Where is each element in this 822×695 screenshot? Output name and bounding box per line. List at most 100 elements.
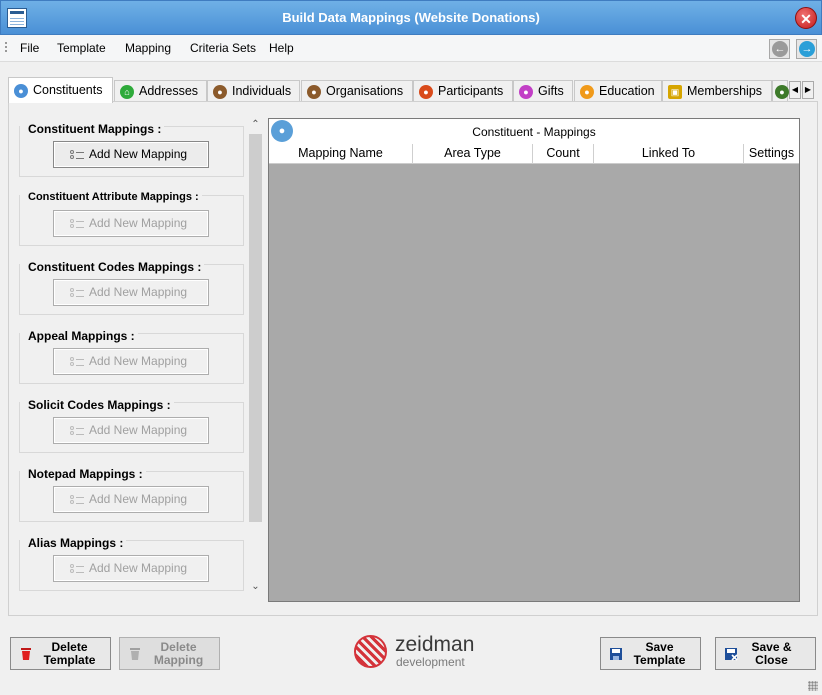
gift-icon: ●	[519, 85, 533, 99]
mapping-list-icon	[70, 495, 84, 505]
trash-icon	[130, 648, 140, 660]
partial-tab-icon: ●	[775, 85, 789, 99]
group-label: Constituent Attribute Mappings :	[20, 191, 202, 203]
back-button[interactable]: ←	[769, 39, 790, 59]
add-new-mapping-button[interactable]: Add New Mapping	[53, 348, 209, 375]
zeidman-logo: zeidman development	[354, 633, 484, 670]
delete-mapping-button[interactable]: Delete Mapping	[119, 637, 220, 670]
scroll-up-icon[interactable]: ⌃	[247, 118, 264, 132]
grid-columns: Mapping Name Area Type Count Linked To S…	[269, 144, 799, 164]
save-close-icon	[725, 648, 738, 661]
column-count[interactable]: Count	[532, 144, 593, 164]
house-icon: ⌂	[120, 85, 134, 99]
tab-individuals[interactable]: ● Individuals	[207, 80, 300, 102]
mapping-list-icon	[70, 288, 84, 298]
grid-header: ● Constituent - Mappings	[269, 119, 799, 144]
organisation-icon: ●	[307, 85, 321, 99]
tab-label: Memberships	[687, 84, 763, 98]
menu-template[interactable]: Template	[57, 41, 106, 55]
groups-scrollbar[interactable]: ⌃ ⌄	[247, 118, 264, 596]
forward-arrow-icon: →	[799, 41, 815, 57]
tab-organisations[interactable]: ● Organisations	[301, 80, 413, 102]
mappings-grid: ● Constituent - Mappings Mapping Name Ar…	[268, 118, 800, 602]
logo-subtitle: development	[396, 655, 465, 669]
group-label: Constituent Mappings :	[20, 122, 165, 136]
tab-addresses[interactable]: ⌂ Addresses	[114, 80, 207, 102]
group-constituent-attribute-mappings: Constituent Attribute Mappings : Add New…	[19, 191, 244, 246]
education-icon: ●	[580, 85, 594, 99]
group-alias-mappings: Alias Mappings : Add New Mapping	[19, 536, 244, 591]
group-appeal-mappings: Appeal Mappings : Add New Mapping	[19, 329, 244, 384]
button-label: Add New Mapping	[89, 423, 188, 437]
close-icon[interactable]: ✕	[795, 7, 817, 29]
add-new-mapping-button[interactable]: Add New Mapping	[53, 279, 209, 306]
column-linked-to[interactable]: Linked To	[593, 144, 743, 164]
group-constituent-codes-mappings: Constituent Codes Mappings : Add New Map…	[19, 260, 244, 315]
group-label: Constituent Codes Mappings :	[20, 260, 205, 274]
trash-icon	[21, 648, 31, 660]
menu-bar: File Template Mapping Criteria Sets Help…	[0, 35, 822, 62]
button-label: Add New Mapping	[89, 561, 188, 575]
resize-grip-icon[interactable]	[808, 681, 818, 691]
tab-label: Education	[599, 84, 655, 98]
column-mapping-name[interactable]: Mapping Name	[269, 144, 412, 164]
mapping-list-icon	[70, 564, 84, 574]
padlock-icon: ▣	[668, 85, 682, 99]
tab-gifts[interactable]: ● Gifts	[513, 80, 573, 102]
tab-label: Addresses	[139, 84, 199, 98]
title-bar: Build Data Mappings (Website Donations) …	[0, 0, 822, 35]
group-solicit-codes-mappings: Solicit Codes Mappings : Add New Mapping	[19, 398, 244, 453]
logo-mark-icon	[354, 635, 387, 668]
column-area-type[interactable]: Area Type	[412, 144, 532, 164]
window-title: Build Data Mappings (Website Donations)	[282, 10, 540, 25]
button-label: Add New Mapping	[89, 492, 188, 506]
delete-template-button[interactable]: Delete Template	[10, 637, 111, 670]
save-template-button[interactable]: Save Template	[600, 637, 701, 670]
menu-file[interactable]: File	[20, 41, 39, 55]
menu-criteria-sets[interactable]: Criteria Sets	[190, 41, 256, 55]
tab-label: Gifts	[538, 84, 564, 98]
button-label: Add New Mapping	[89, 285, 188, 299]
menu-mapping[interactable]: Mapping	[125, 41, 171, 55]
group-label: Appeal Mappings :	[20, 329, 138, 343]
constituent-icon: ●	[14, 84, 28, 98]
tab-strip: ● Constituents ⌂ Addresses ● Individuals…	[8, 77, 818, 103]
logo-name: zeidman	[395, 633, 475, 656]
individuals-icon: ●	[213, 85, 227, 99]
participants-icon: ●	[419, 85, 433, 99]
floppy-disk-icon	[610, 648, 622, 660]
tab-scroll-right[interactable]: ▶	[802, 81, 814, 99]
group-label: Alias Mappings :	[20, 536, 127, 550]
tab-participants[interactable]: ● Participants	[413, 80, 513, 102]
add-new-mapping-button[interactable]: Add New Mapping	[53, 210, 209, 237]
tab-label: Organisations	[326, 84, 404, 98]
mapping-list-icon	[70, 150, 84, 160]
tab-scroll-left[interactable]: ◀	[789, 81, 801, 99]
back-arrow-icon: ←	[772, 41, 788, 57]
button-label: Add New Mapping	[89, 216, 188, 230]
tab-label: Individuals	[232, 84, 292, 98]
add-new-mapping-button[interactable]: Add New Mapping	[53, 141, 209, 168]
scroll-down-icon[interactable]: ⌄	[247, 580, 264, 594]
group-notepad-mappings: Notepad Mappings : Add New Mapping	[19, 467, 244, 522]
button-label: Add New Mapping	[89, 354, 188, 368]
tab-label: Constituents	[33, 83, 103, 97]
add-new-mapping-button[interactable]: Add New Mapping	[53, 417, 209, 444]
forward-button[interactable]: →	[796, 39, 817, 59]
group-label: Notepad Mappings :	[20, 467, 146, 481]
add-new-mapping-button[interactable]: Add New Mapping	[53, 486, 209, 513]
tab-overflow[interactable]: ●	[772, 80, 789, 102]
tab-label: Participants	[438, 84, 504, 98]
save-close-button[interactable]: Save & Close	[715, 637, 816, 670]
add-new-mapping-button[interactable]: Add New Mapping	[53, 555, 209, 582]
content-panel: Constituent Mappings : Add New Mapping C…	[8, 101, 818, 616]
mapping-list-icon	[70, 219, 84, 229]
group-constituent-mappings: Constituent Mappings : Add New Mapping	[19, 122, 244, 177]
scroll-thumb[interactable]	[249, 134, 262, 522]
tab-education[interactable]: ● Education	[574, 80, 662, 102]
tab-constituents[interactable]: ● Constituents	[8, 77, 113, 103]
column-settings[interactable]: Settings	[743, 144, 799, 164]
tab-memberships[interactable]: ▣ Memberships	[662, 80, 772, 102]
menu-grip-icon	[5, 42, 7, 54]
menu-help[interactable]: Help	[269, 41, 294, 55]
